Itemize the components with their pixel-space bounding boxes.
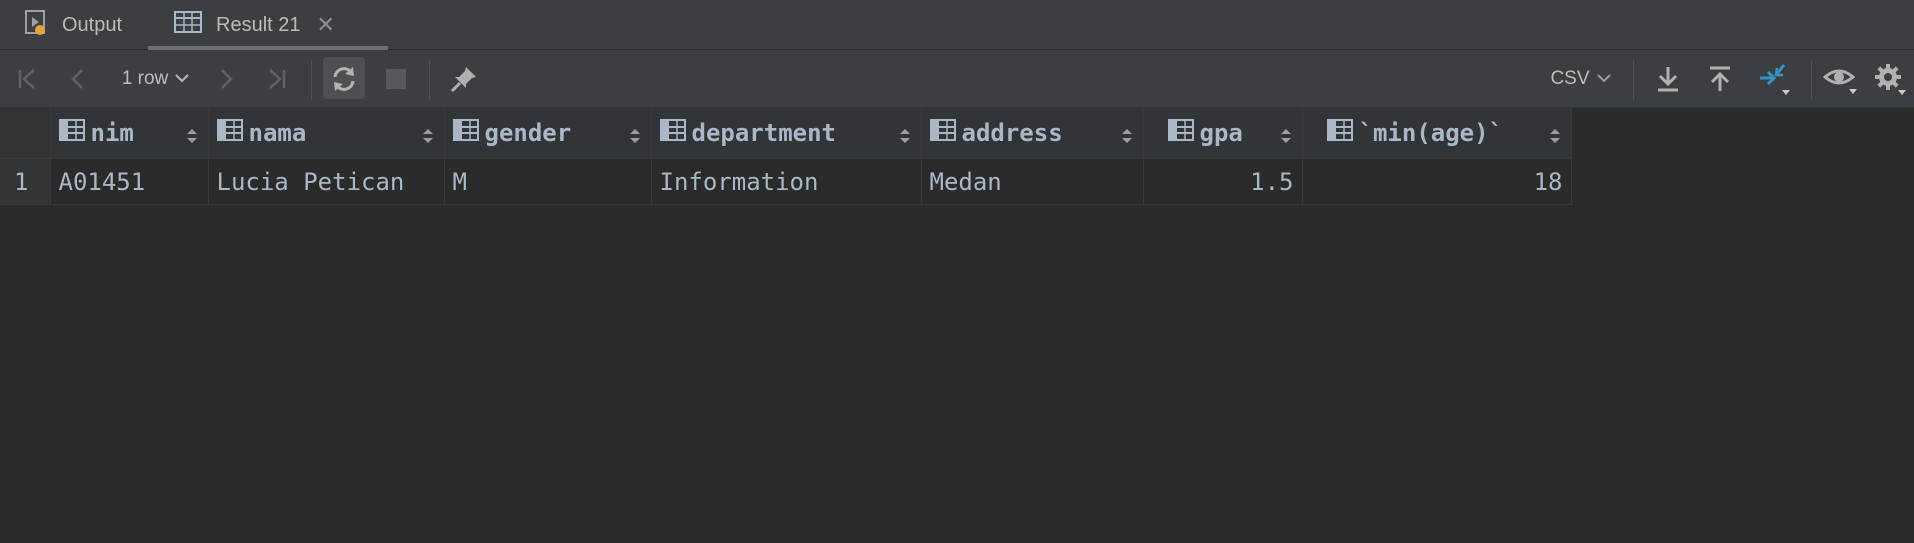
toolbar-separator bbox=[429, 60, 430, 100]
column-label: address bbox=[961, 119, 1063, 147]
tool-window-tabbar: Output Result 21 ✕ bbox=[0, 0, 1914, 50]
first-page-icon[interactable] bbox=[12, 50, 44, 108]
next-page-icon[interactable] bbox=[210, 50, 242, 108]
column-header-address[interactable]: address bbox=[921, 108, 1144, 159]
previous-page-icon[interactable] bbox=[62, 50, 94, 108]
cell-nama[interactable]: Lucia Petican bbox=[208, 158, 445, 205]
cell-gpa[interactable]: 1.5 bbox=[1143, 158, 1303, 205]
view-icon[interactable] bbox=[1820, 50, 1862, 108]
chevron-down-icon bbox=[174, 68, 190, 90]
column-icon bbox=[929, 119, 956, 147]
column-label: nama bbox=[248, 119, 307, 147]
sort-icon[interactable] bbox=[186, 123, 198, 151]
tab-result[interactable]: Result 21 ✕ bbox=[148, 0, 388, 50]
reload-icon[interactable] bbox=[323, 50, 365, 108]
sort-icon[interactable] bbox=[1549, 123, 1561, 151]
column-icon bbox=[58, 119, 85, 147]
column-header-gender[interactable]: gender bbox=[444, 108, 652, 159]
result-toolbar: 1 row CSV bbox=[0, 50, 1914, 108]
column-icon bbox=[216, 119, 243, 147]
sort-icon[interactable] bbox=[629, 123, 641, 151]
compare-icon[interactable] bbox=[1754, 50, 1794, 108]
toolbar-separator bbox=[1633, 60, 1634, 100]
table-row[interactable]: 1 A01451 Lucia Petican M Information Med… bbox=[0, 158, 1572, 205]
output-icon bbox=[24, 9, 48, 41]
column-icon bbox=[659, 119, 686, 147]
page-size-label: 1 row bbox=[121, 68, 169, 89]
column-header-nim[interactable]: nim bbox=[50, 108, 209, 159]
column-header-nama[interactable]: nama bbox=[208, 108, 445, 159]
cell-min-age[interactable]: 18 bbox=[1302, 158, 1572, 205]
download-icon[interactable] bbox=[1650, 50, 1686, 108]
column-header-department[interactable]: department bbox=[651, 108, 922, 159]
column-icon bbox=[1167, 119, 1194, 147]
cell-gender[interactable]: M bbox=[444, 158, 652, 205]
column-icon bbox=[1326, 119, 1353, 147]
column-label: gpa bbox=[1199, 119, 1243, 147]
tab-output-label: Output bbox=[62, 13, 123, 36]
chevron-down-icon bbox=[1596, 68, 1612, 90]
column-label: gender bbox=[484, 119, 572, 147]
sort-icon[interactable] bbox=[1280, 123, 1292, 151]
result-grid: nim nama gender department address gpa `… bbox=[0, 108, 1572, 205]
toolbar-separator bbox=[311, 60, 312, 100]
pin-icon[interactable] bbox=[446, 50, 482, 108]
cell-nim[interactable]: A01451 bbox=[50, 158, 209, 205]
table-icon bbox=[174, 11, 202, 39]
column-label: `min(age)` bbox=[1358, 119, 1504, 147]
sort-icon[interactable] bbox=[1121, 123, 1133, 151]
stop-icon[interactable] bbox=[380, 50, 412, 108]
cell-department[interactable]: Information bbox=[651, 158, 922, 205]
column-icon bbox=[452, 119, 479, 147]
cell-address[interactable]: Medan bbox=[921, 158, 1144, 205]
export-format-select[interactable]: CSV bbox=[1546, 50, 1616, 108]
column-header-gpa[interactable]: gpa bbox=[1143, 108, 1303, 159]
close-icon[interactable]: ✕ bbox=[317, 12, 335, 38]
header-row: nim nama gender department address gpa `… bbox=[0, 108, 1572, 159]
tab-output[interactable]: Output bbox=[24, 0, 122, 50]
row-number[interactable]: 1 bbox=[0, 158, 51, 205]
column-label: nim bbox=[90, 119, 134, 147]
settings-gear-icon[interactable] bbox=[1870, 50, 1910, 108]
sort-icon[interactable] bbox=[422, 123, 434, 151]
sort-icon[interactable] bbox=[899, 123, 911, 151]
tab-result-label: Result 21 bbox=[216, 13, 301, 36]
row-number-header[interactable] bbox=[0, 108, 51, 159]
column-header-min-age[interactable]: `min(age)` bbox=[1302, 108, 1572, 159]
column-label: department bbox=[691, 119, 837, 147]
upload-icon[interactable] bbox=[1702, 50, 1738, 108]
page-size-select[interactable]: 1 row bbox=[116, 50, 196, 108]
last-page-icon[interactable] bbox=[260, 50, 292, 108]
toolbar-separator bbox=[1811, 60, 1812, 100]
export-format-label: CSV bbox=[1550, 68, 1590, 89]
